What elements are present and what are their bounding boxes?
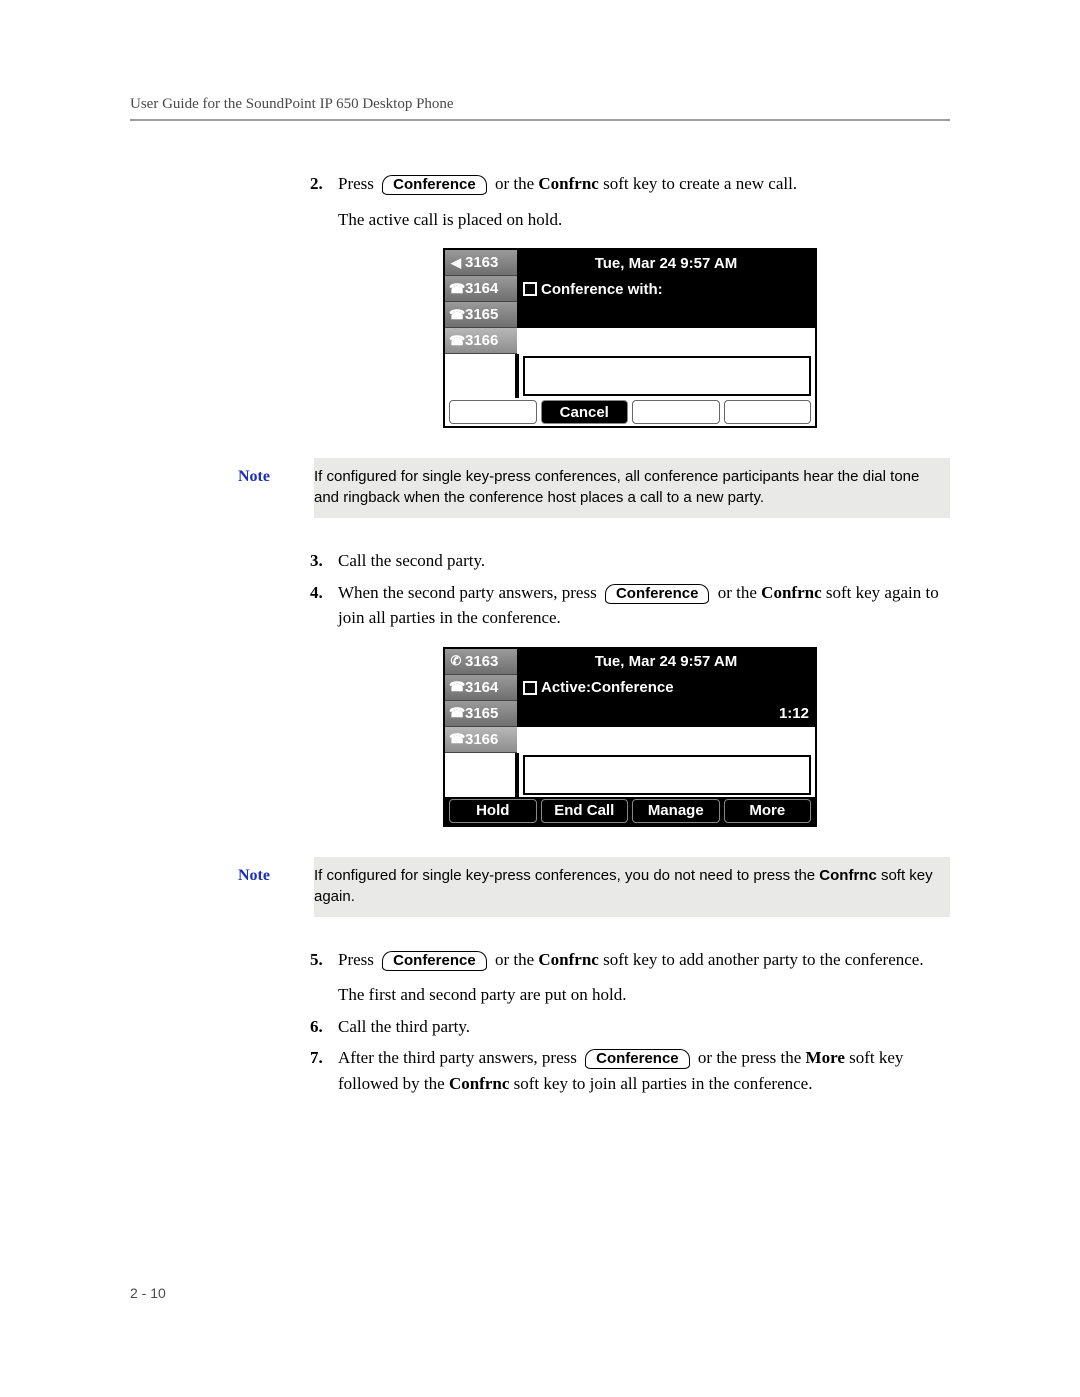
softkey-more[interactable]: More bbox=[724, 799, 812, 823]
phone-icon: ☎ bbox=[449, 731, 463, 747]
step-number: 2. bbox=[310, 171, 323, 197]
header-rule bbox=[130, 119, 950, 121]
box-icon bbox=[523, 681, 537, 695]
phone-screen-1: ◀3163 Tue, Mar 24 9:57 AM ☎3164 Conferen… bbox=[443, 248, 817, 428]
line-key: ✆3163 bbox=[445, 649, 517, 675]
step-text: When the second party answers, press bbox=[338, 583, 601, 602]
softkey-name: Confrnc bbox=[538, 950, 598, 969]
step-text: Press bbox=[338, 950, 378, 969]
call-body-white bbox=[517, 727, 815, 753]
phone-icon: ☎ bbox=[449, 333, 463, 349]
box-icon bbox=[523, 282, 537, 296]
step-2: 2. Press Conference or the Confrnc soft … bbox=[310, 171, 950, 232]
note-body: If configured for single key-press confe… bbox=[314, 458, 950, 518]
phone-icon: ☎ bbox=[449, 281, 463, 297]
step-5: 5. Press Conference or the Confrnc soft … bbox=[310, 947, 950, 1008]
step-number: 6. bbox=[310, 1014, 323, 1040]
phone-icon: ☎ bbox=[449, 679, 463, 695]
input-area bbox=[517, 753, 815, 797]
phone-icon: ☎ bbox=[449, 307, 463, 323]
softkey-cancel[interactable]: Cancel bbox=[541, 400, 629, 424]
step-text: Press bbox=[338, 174, 378, 193]
timer-row: 1:12 bbox=[517, 701, 815, 727]
note-label: Note bbox=[234, 458, 314, 518]
step-number: 5. bbox=[310, 947, 323, 973]
step-7: 7. After the third party answers, press … bbox=[310, 1045, 950, 1096]
status-bar: Tue, Mar 24 9:57 AM bbox=[517, 250, 815, 276]
conference-button-icon: Conference bbox=[605, 584, 710, 604]
note-body: If configured for single key-press confe… bbox=[314, 857, 950, 917]
step-text: soft key to create a new call. bbox=[599, 174, 797, 193]
call-body bbox=[517, 302, 815, 328]
call-timer: 1:12 bbox=[779, 705, 809, 722]
phone-icon: ☎ bbox=[449, 705, 463, 721]
call-title-row: Active:Conference bbox=[517, 675, 815, 701]
step-text: soft key to add another party to the con… bbox=[599, 950, 924, 969]
note-2: Note If configured for single key-press … bbox=[234, 857, 950, 917]
step-number: 4. bbox=[310, 580, 323, 606]
running-header: User Guide for the SoundPoint IP 650 Des… bbox=[130, 96, 950, 113]
step-sub: The active call is placed on hold. bbox=[338, 207, 950, 233]
step-text: or the press the bbox=[698, 1048, 806, 1067]
step-text: or the bbox=[495, 174, 538, 193]
step-text: or the bbox=[495, 950, 538, 969]
input-area bbox=[517, 354, 815, 398]
step-number: 3. bbox=[310, 548, 323, 574]
line-key: ☎3166 bbox=[445, 727, 517, 753]
step-text: Call the third party. bbox=[338, 1017, 470, 1036]
note-1: Note If configured for single key-press … bbox=[234, 458, 950, 518]
softkey-blank bbox=[632, 400, 720, 424]
step-4: 4. When the second party answers, press … bbox=[310, 580, 950, 631]
phone-screen-2: ✆3163 Tue, Mar 24 9:57 AM ☎3164 Active:C… bbox=[443, 647, 817, 827]
conference-button-icon: Conference bbox=[382, 175, 487, 195]
step-number: 7. bbox=[310, 1045, 323, 1071]
step-text: or the bbox=[718, 583, 761, 602]
softkey-blank bbox=[724, 400, 812, 424]
call-title-row: Conference with: bbox=[517, 276, 815, 302]
status-bar: Tue, Mar 24 9:57 AM bbox=[517, 649, 815, 675]
line-blank bbox=[445, 753, 517, 797]
softkey-name: Confrnc bbox=[761, 583, 821, 602]
conference-button-icon: Conference bbox=[585, 1049, 690, 1069]
speaker-icon: ◀ bbox=[449, 255, 463, 271]
line-key: ☎3164 bbox=[445, 675, 517, 701]
line-key: ☎3166 bbox=[445, 328, 517, 354]
note-label: Note bbox=[234, 857, 314, 917]
step-text: After the third party answers, press bbox=[338, 1048, 581, 1067]
softkey-manage[interactable]: Manage bbox=[632, 799, 720, 823]
step-text: Call the second party. bbox=[338, 551, 485, 570]
softkey-hold[interactable]: Hold bbox=[449, 799, 537, 823]
more-key: More bbox=[806, 1048, 845, 1067]
softkey-name: Confrnc bbox=[538, 174, 598, 193]
handset-icon: ✆ bbox=[449, 653, 463, 669]
softkey-endcall[interactable]: End Call bbox=[541, 799, 629, 823]
line-blank bbox=[445, 354, 517, 398]
step-text: soft key to join all parties in the conf… bbox=[509, 1074, 812, 1093]
confrnc-key: Confrnc bbox=[449, 1074, 509, 1093]
page-number: 2 - 10 bbox=[130, 1285, 166, 1301]
line-key: ☎3164 bbox=[445, 276, 517, 302]
call-body-white bbox=[517, 328, 815, 354]
step-6: 6. Call the third party. bbox=[310, 1014, 950, 1040]
line-key: ☎3165 bbox=[445, 302, 517, 328]
step-sub: The first and second party are put on ho… bbox=[338, 982, 950, 1008]
conference-button-icon: Conference bbox=[382, 951, 487, 971]
line-key: ◀3163 bbox=[445, 250, 517, 276]
line-key: ☎3165 bbox=[445, 701, 517, 727]
step-3: 3. Call the second party. bbox=[310, 548, 950, 574]
softkey-blank bbox=[449, 400, 537, 424]
